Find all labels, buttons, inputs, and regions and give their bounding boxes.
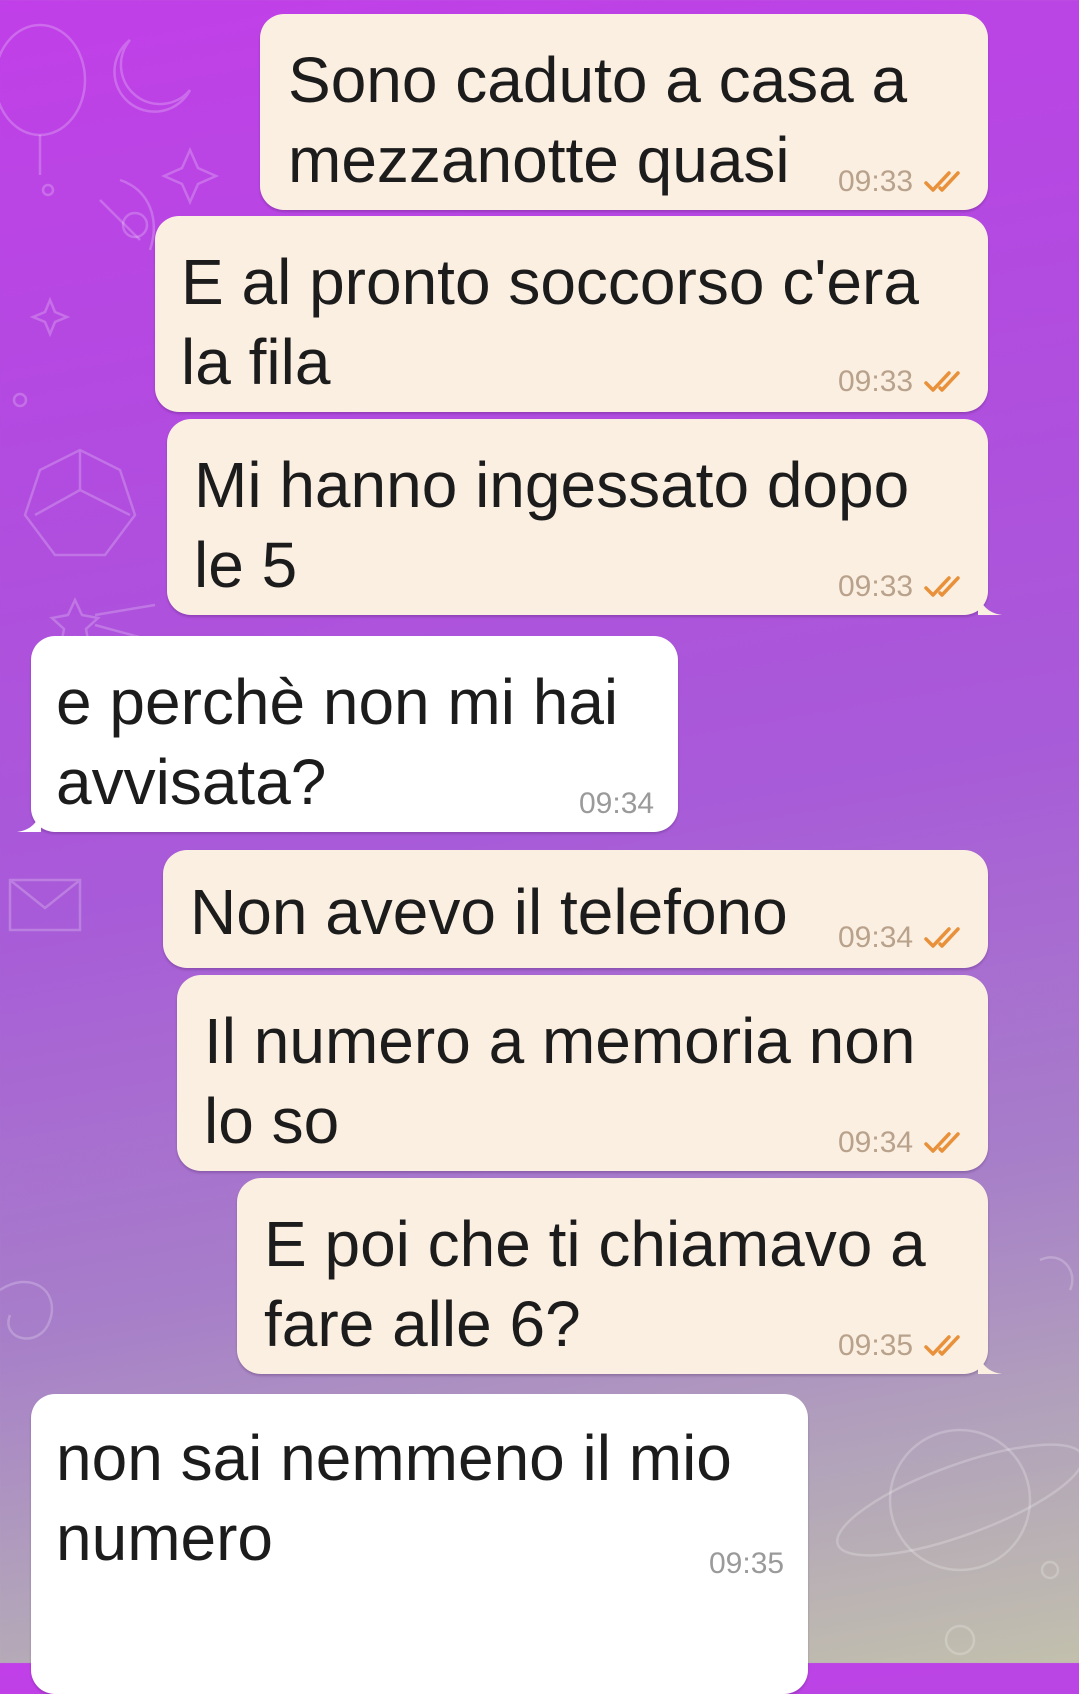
outgoing-message-bubble[interactable]: E poi che ti chiamavo a fare alle 6? 09:35 — [237, 1178, 1002, 1374]
bubble-tail — [978, 591, 1002, 615]
outgoing-message-bubble[interactable]: E al pronto soccorso c'era la fila 09:33 — [155, 216, 988, 412]
message-timestamp: 09:33 — [838, 165, 914, 198]
message-meta: 09:33 — [838, 569, 967, 605]
star-doodle-icon — [160, 146, 220, 206]
incoming-message-bubble[interactable]: non sai nemmeno il mio numero 09:35 — [31, 1394, 808, 1694]
bubble-tail — [17, 808, 41, 832]
message-meta: 09:33 — [838, 364, 967, 400]
message-text-line: numero — [56, 1502, 273, 1574]
message-text-line: E al pronto soccorso c'era — [181, 246, 919, 318]
message-text-line: lo so — [204, 1085, 340, 1157]
message-meta: 09:34 — [838, 1125, 967, 1161]
message-text-line: le 5 — [194, 529, 298, 601]
message-text-line: Non avevo il telefono — [190, 876, 788, 948]
message-timestamp: 09:34 — [838, 1126, 914, 1159]
moon-doodle-icon — [113, 39, 192, 113]
message-timestamp: 09:34 — [579, 787, 655, 820]
rocket-doodle-icon — [99, 178, 155, 251]
read-double-check-icon — [924, 1132, 960, 1153]
read-double-check-icon — [924, 927, 960, 948]
outgoing-message-bubble[interactable]: Non avevo il telefono 09:34 — [163, 850, 988, 968]
message-text-line: fare alle 6? — [264, 1288, 581, 1360]
message-text-line: non sai nemmeno il mio — [56, 1422, 732, 1494]
message-timestamp: 09:34 — [838, 921, 914, 954]
message-meta: 09:34 — [838, 920, 967, 956]
message-text-line: Mi hanno ingessato dopo — [194, 449, 910, 521]
message-meta: 09:33 — [838, 164, 967, 200]
read-double-check-icon — [924, 576, 960, 597]
message-text-line: la fila — [181, 326, 331, 398]
outgoing-message-bubble[interactable]: Mi hanno ingessato dopo le 5 09:33 — [167, 419, 1002, 615]
bubble-tail — [978, 1350, 1002, 1374]
gem-doodle-icon — [23, 448, 137, 557]
message-text-line: Sono caduto a casa a — [288, 44, 908, 116]
message-timestamp: 09:33 — [838, 365, 914, 398]
read-double-check-icon — [924, 371, 960, 392]
message-meta: 09:34 — [579, 786, 654, 822]
balloon-doodle-icon — [0, 23, 87, 175]
message-text-line: avvisata? — [56, 746, 327, 818]
planet-doodle-icon — [836, 1428, 1079, 1572]
message-timestamp: 09:33 — [838, 570, 914, 603]
message-text-line: mezzanotte quasi — [288, 124, 790, 196]
message-meta: 09:35 — [709, 1546, 784, 1582]
message-text-line: e perchè non mi hai — [56, 666, 619, 738]
incoming-message-bubble[interactable]: e perchè non mi hai avvisata? 09:34 — [17, 636, 678, 832]
message-timestamp: 09:35 — [709, 1547, 785, 1580]
read-double-check-icon — [924, 171, 960, 192]
sparkle-doodle-icon — [29, 296, 71, 338]
outgoing-message-bubble[interactable]: Sono caduto a casa a mezzanotte quasi 09:3… — [260, 14, 988, 210]
message-timestamp: 09:35 — [838, 1329, 914, 1362]
message-text-line: E poi che ti chiamavo a — [264, 1208, 926, 1280]
message-meta: 09:35 — [838, 1328, 967, 1364]
message-text-line: Il numero a memoria non — [204, 1005, 916, 1077]
read-double-check-icon — [924, 1335, 960, 1356]
envelope-doodle-icon — [8, 878, 82, 932]
outgoing-message-bubble[interactable]: Il numero a memoria non lo so 09:34 — [177, 975, 988, 1171]
